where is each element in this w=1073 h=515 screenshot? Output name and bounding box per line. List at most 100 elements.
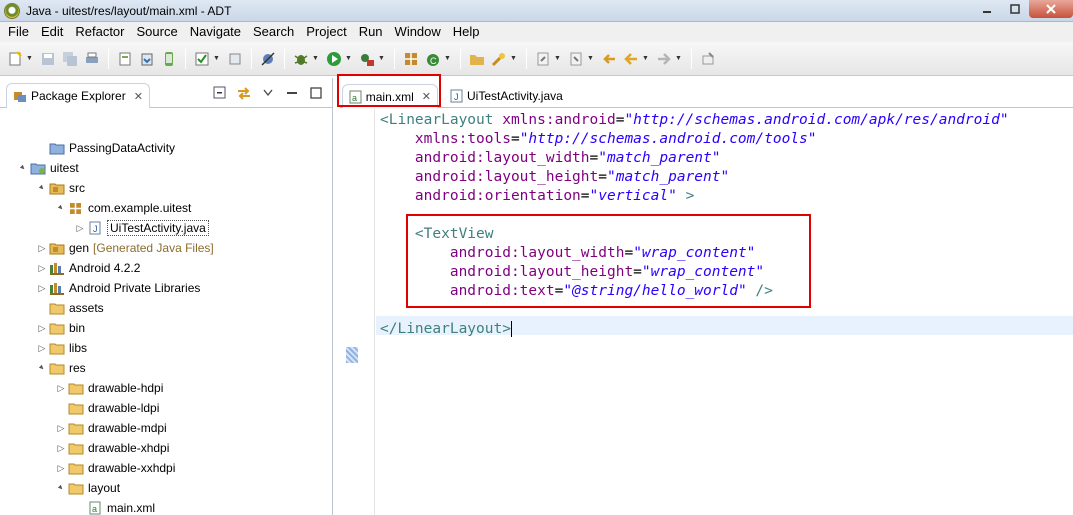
tree-item-drawable-xxhdpi[interactable]: ▷ drawable-xxhdpi bbox=[56, 458, 176, 478]
external-tools-dropdown-icon[interactable]: ▼ bbox=[378, 55, 386, 62]
expanded-arrow-icon[interactable]: ▲ bbox=[55, 482, 67, 494]
last-edit-location-button[interactable] bbox=[600, 50, 618, 68]
editor-left-ruler[interactable] bbox=[340, 109, 375, 515]
menu-help[interactable]: Help bbox=[447, 22, 486, 42]
code-token-attr: xmlns:android bbox=[502, 112, 616, 128]
minimize-button[interactable] bbox=[973, 0, 1001, 18]
code-token-tag: /> bbox=[746, 283, 773, 299]
open-type-dialog-button[interactable] bbox=[468, 50, 486, 68]
menu-refactor[interactable]: Refactor bbox=[69, 22, 130, 42]
avd-manager-button[interactable] bbox=[160, 50, 178, 68]
tree-item-android-4-2-2[interactable]: ▷ Android 4.2.2 bbox=[37, 258, 140, 278]
debug-dropdown-icon[interactable]: ▼ bbox=[312, 55, 320, 62]
expanded-arrow-icon[interactable]: ▲ bbox=[17, 162, 29, 174]
collapsed-arrow-icon[interactable]: ▷ bbox=[37, 343, 47, 354]
tree-item-com-example-uitest[interactable]: ▲ com.example.uitest bbox=[55, 198, 192, 218]
tree-item-main-xml[interactable]: a main.xml bbox=[75, 498, 155, 515]
open-type-button[interactable] bbox=[116, 50, 134, 68]
tree-item-drawable-ldpi[interactable]: drawable-ldpi bbox=[56, 398, 159, 418]
menu-window[interactable]: Window bbox=[389, 22, 447, 42]
collapsed-arrow-icon[interactable]: ▷ bbox=[56, 463, 66, 474]
next-annotation-button[interactable] bbox=[534, 50, 552, 68]
tab-package-explorer[interactable]: Package Explorer ✕ bbox=[6, 83, 150, 108]
back-button[interactable] bbox=[622, 50, 640, 68]
expanded-arrow-icon[interactable]: ▲ bbox=[36, 182, 48, 194]
pin-editor-button[interactable] bbox=[699, 50, 717, 68]
collapsed-arrow-icon[interactable]: ▷ bbox=[56, 443, 66, 454]
print-icon bbox=[86, 52, 98, 63]
link-with-editor-button[interactable] bbox=[236, 86, 252, 100]
skip-breakpoints-button[interactable] bbox=[226, 50, 244, 68]
code-token-tag bbox=[380, 245, 450, 261]
run-dropdown-icon[interactable]: ▼ bbox=[345, 55, 353, 62]
menu-file[interactable]: File bbox=[2, 22, 35, 42]
tree-item-libs[interactable]: ▷ libs bbox=[37, 338, 87, 358]
folder-icon bbox=[68, 401, 84, 415]
collapsed-arrow-icon[interactable]: ▷ bbox=[37, 323, 47, 334]
menu-navigate[interactable]: Navigate bbox=[184, 22, 247, 42]
tree-item-drawable-mdpi[interactable]: ▷ drawable-mdpi bbox=[56, 418, 167, 438]
menu-edit[interactable]: Edit bbox=[35, 22, 69, 42]
tree-item-bin[interactable]: ▷ bin bbox=[37, 318, 85, 338]
menu-project[interactable]: Project bbox=[300, 22, 352, 42]
new-java-package-button[interactable] bbox=[402, 50, 420, 68]
collapsed-arrow-icon[interactable]: ▷ bbox=[56, 383, 66, 394]
tree-item-layout[interactable]: ▲ layout bbox=[56, 478, 120, 498]
new-class-dropdown-icon[interactable]: ▼ bbox=[444, 55, 452, 62]
close-view-icon[interactable]: ✕ bbox=[134, 90, 143, 103]
menu-search[interactable]: Search bbox=[247, 22, 300, 42]
collapse-all-button[interactable] bbox=[212, 86, 228, 100]
collapsed-arrow-icon[interactable]: ▷ bbox=[37, 263, 47, 274]
next-annotation-dropdown-icon[interactable]: ▼ bbox=[554, 55, 562, 62]
minimize-view-button[interactable] bbox=[284, 86, 300, 100]
lint-check-button[interactable] bbox=[193, 50, 211, 68]
collapsed-arrow-icon[interactable]: ▷ bbox=[37, 283, 47, 294]
print-button[interactable] bbox=[83, 50, 101, 68]
forward-button[interactable] bbox=[655, 50, 673, 68]
tree-item-gen[interactable]: ▷ gen [Generated Java Files] bbox=[37, 238, 214, 258]
search-button[interactable] bbox=[490, 50, 508, 68]
run-button[interactable] bbox=[325, 50, 343, 68]
new-button[interactable] bbox=[6, 50, 24, 68]
code-token-str: "@string/hello_world" bbox=[563, 283, 747, 299]
new-dropdown-icon[interactable]: ▼ bbox=[26, 55, 34, 62]
new-java-class-button[interactable]: C bbox=[424, 50, 442, 68]
forward-dropdown-icon[interactable]: ▼ bbox=[675, 55, 683, 62]
view-menu-button[interactable] bbox=[260, 86, 276, 100]
back-dropdown-icon[interactable]: ▼ bbox=[642, 55, 650, 62]
lint-dropdown-icon[interactable]: ▼ bbox=[213, 55, 221, 62]
tab-uitestactivity-java[interactable]: J UiTestActivity.java bbox=[444, 84, 569, 108]
save-all-button[interactable] bbox=[61, 50, 79, 68]
tree-item-uitest[interactable]: ▲ uitest bbox=[18, 158, 79, 178]
tree-item-passingdataactivity[interactable]: PassingDataActivity bbox=[37, 138, 175, 158]
expanded-arrow-icon[interactable]: ▲ bbox=[36, 362, 48, 374]
tree-item-drawable-hdpi[interactable]: ▷ drawable-hdpi bbox=[56, 378, 164, 398]
android-sdk-button[interactable] bbox=[138, 50, 156, 68]
external-tools-button[interactable] bbox=[358, 50, 376, 68]
menu-run[interactable]: Run bbox=[353, 22, 389, 42]
expanded-arrow-icon[interactable]: ▲ bbox=[55, 202, 67, 214]
tree-item-label: assets bbox=[69, 301, 104, 315]
tab-main-xml[interactable]: a main.xml ✕ bbox=[342, 84, 438, 108]
close-tab-icon[interactable]: ✕ bbox=[422, 90, 431, 103]
previous-annotation-button[interactable] bbox=[567, 50, 585, 68]
save-button[interactable] bbox=[39, 50, 57, 68]
close-window-button[interactable] bbox=[1029, 0, 1073, 18]
menu-source[interactable]: Source bbox=[131, 22, 184, 42]
maximize-view-button[interactable] bbox=[308, 86, 324, 100]
collapsed-arrow-icon[interactable]: ▷ bbox=[75, 223, 85, 234]
search-dropdown-icon[interactable]: ▼ bbox=[510, 55, 518, 62]
tree-item-android-private-libraries[interactable]: ▷ Android Private Libraries bbox=[37, 278, 200, 298]
tree-item-assets[interactable]: assets bbox=[37, 298, 104, 318]
toggle-breakpoint-button[interactable] bbox=[259, 50, 277, 68]
previous-annotation-dropdown-icon[interactable]: ▼ bbox=[587, 55, 595, 62]
tree-item-src[interactable]: ▲ src bbox=[37, 178, 85, 198]
folder-icon bbox=[49, 361, 65, 375]
debug-button[interactable] bbox=[292, 50, 310, 68]
maximize-button[interactable] bbox=[1001, 0, 1029, 18]
tree-item-uitestactivity-java[interactable]: ▷ J UiTestActivity.java bbox=[75, 218, 209, 238]
tree-item-res[interactable]: ▲ res bbox=[37, 358, 86, 378]
tree-item-drawable-xhdpi[interactable]: ▷ drawable-xhdpi bbox=[56, 438, 170, 458]
collapsed-arrow-icon[interactable]: ▷ bbox=[37, 243, 47, 254]
collapsed-arrow-icon[interactable]: ▷ bbox=[56, 423, 66, 434]
